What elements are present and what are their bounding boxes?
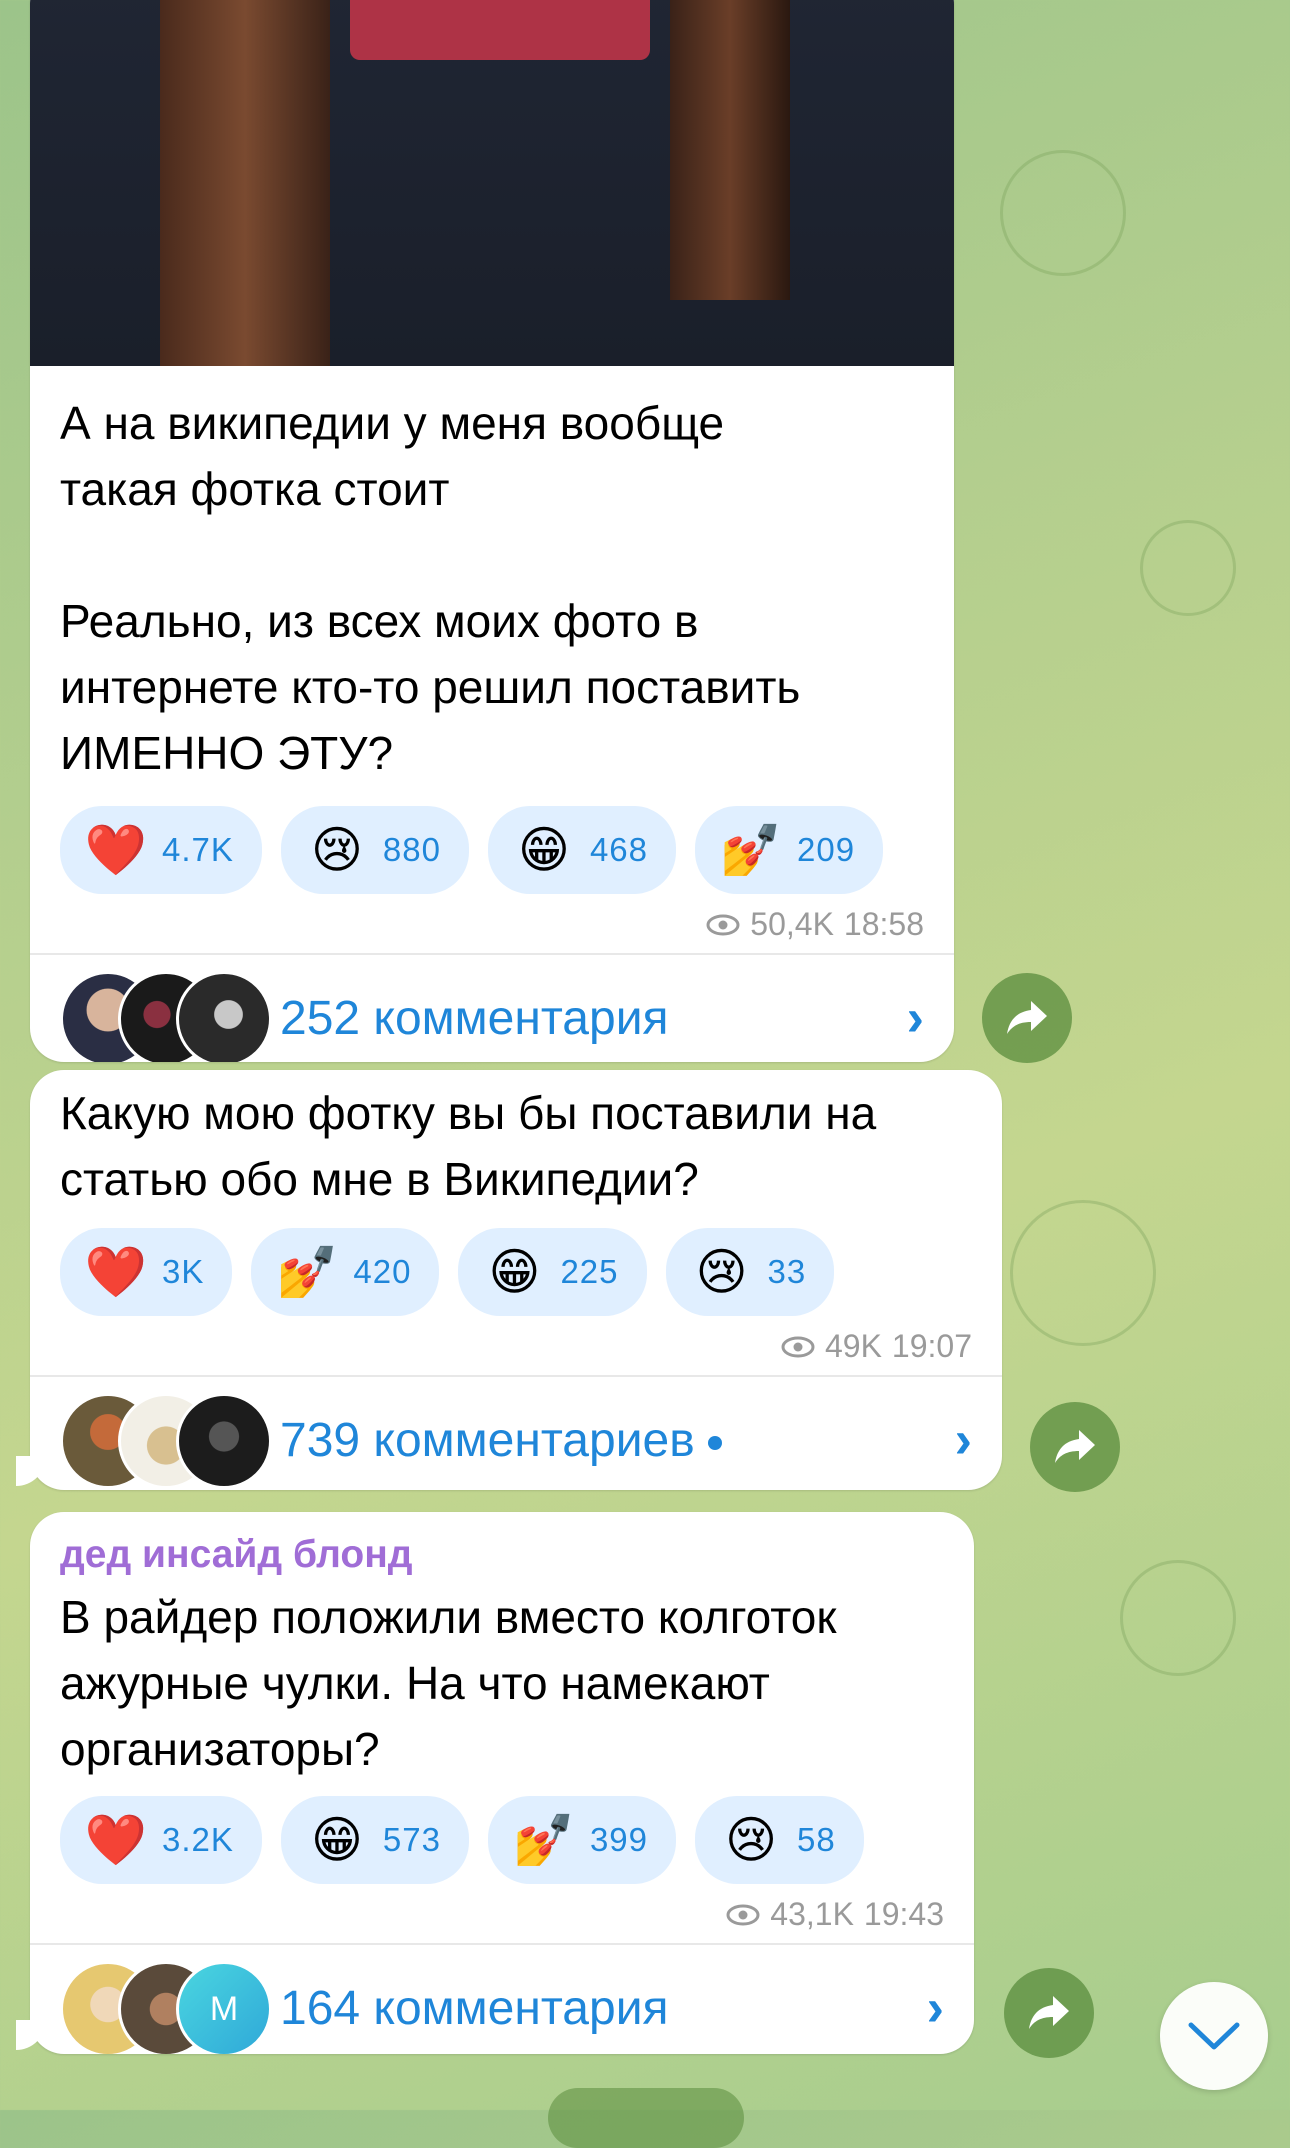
reaction-grin[interactable]: 😁 468: [487, 806, 677, 894]
comments-count: 164 комментария: [280, 1981, 669, 2035]
views-eye-icon: [726, 1904, 760, 1925]
heart-icon: ❤️: [84, 822, 148, 878]
crying-face-icon: 😢: [310, 822, 363, 878]
reaction-nail-polish[interactable]: 💅 209: [695, 806, 884, 894]
reaction-heart[interactable]: ❤️ 4.7K: [60, 806, 262, 894]
commenter-avatars: M: [60, 1961, 280, 2054]
chevron-right-icon: ›: [954, 1411, 972, 1469]
comments-button[interactable]: 252 комментария ›: [30, 955, 954, 1062]
chevron-down-icon: [1188, 2022, 1240, 2050]
chevron-right-icon: ›: [906, 989, 924, 1047]
forward-button[interactable]: [982, 973, 1072, 1063]
reaction-grin[interactable]: 😁 573: [280, 1796, 469, 1884]
post-photo[interactable]: [30, 0, 954, 366]
reaction-count: 33: [767, 1253, 807, 1290]
post-author[interactable]: дед инсайд блонд: [30, 1530, 974, 1580]
chevron-right-icon: ›: [926, 1979, 944, 2037]
post-text: В райдер положили вместо колготок ажурны…: [60, 1591, 837, 1775]
grinning-face-icon: 😁: [310, 1812, 363, 1868]
reaction-nail-polish[interactable]: 💅 420: [251, 1228, 440, 1316]
reaction-count: 225: [560, 1253, 619, 1290]
reaction-count: 880: [382, 831, 441, 868]
views-eye-icon: [781, 1336, 815, 1357]
heart-icon: ❤️: [84, 1812, 148, 1868]
reaction-count: 3.2K: [162, 1821, 234, 1858]
reaction-count: 420: [353, 1253, 412, 1290]
reaction-crying[interactable]: 😢 33: [665, 1228, 835, 1316]
nail-polish-icon: 💅: [512, 1812, 576, 1868]
views-count: 49K: [824, 1328, 882, 1364]
forward-button[interactable]: [1004, 1968, 1094, 2058]
comments-count: 252 комментария: [280, 991, 669, 1045]
photo-hair-right: [670, 0, 790, 300]
reaction-count: 3K: [162, 1253, 205, 1290]
commenter-avatars: [60, 971, 280, 1062]
share-arrow-icon: [1007, 1001, 1047, 1034]
views-eye-icon: [706, 914, 740, 935]
reactions-bar: ❤️ 4.7K 😢 880 😁 468 💅 209: [30, 806, 954, 894]
unread-dot-icon: [708, 1435, 723, 1450]
reactions-bar: ❤️ 3.2K 😁 573 💅 399 😢 58: [30, 1796, 974, 1884]
post-text: А на википедии у меня вообще такая фотка…: [60, 397, 801, 779]
avatar-initial: M: [209, 1989, 239, 2028]
share-arrow-icon: [1029, 1996, 1069, 2029]
reaction-nail-polish[interactable]: 💅 399: [487, 1796, 677, 1884]
reactions-bar: ❤️ 3K 💅 420 😁 225 😢 33: [30, 1228, 1002, 1316]
views-count: 43,1K: [770, 1896, 854, 1932]
post-meta: 50,4K 18:58: [30, 906, 954, 943]
post-time: 19:43: [863, 1896, 944, 1932]
grinning-face-icon: 😁: [517, 822, 571, 878]
post-time: 18:58: [843, 906, 924, 942]
views-count: 50,4K: [750, 906, 834, 942]
background-doodle: [1120, 1560, 1236, 1676]
photo-shirt-print: [350, 0, 650, 60]
comments-button[interactable]: 739 комментариев ›: [30, 1377, 1002, 1490]
post-meta: 49K 19:07: [30, 1328, 1002, 1365]
background-doodle: [1010, 1200, 1156, 1346]
crying-face-icon: 😢: [695, 1244, 748, 1300]
heart-icon: ❤️: [84, 1244, 148, 1300]
reaction-count: 4.7K: [162, 831, 234, 868]
date-chip: [548, 2088, 744, 2148]
comments-count: 739 комментариев: [280, 1413, 955, 1468]
avatar: [176, 971, 272, 1062]
channel-post-1: А на википедии у меня вообще такая фотка…: [30, 0, 954, 1062]
post-meta: 43,1K 19:43: [30, 1896, 974, 1933]
reaction-count: 468: [589, 831, 649, 868]
reaction-count: 209: [797, 831, 856, 868]
crying-face-icon: 😢: [724, 1812, 778, 1868]
background-doodle: [1140, 520, 1236, 616]
reaction-crying[interactable]: 😢 58: [695, 1796, 864, 1884]
reaction-count: 399: [589, 1821, 649, 1858]
post-time: 19:07: [891, 1328, 972, 1364]
grinning-face-icon: 😁: [488, 1244, 541, 1300]
nail-polish-icon: 💅: [719, 822, 783, 878]
reaction-crying[interactable]: 😢 880: [280, 806, 469, 894]
reaction-count: 573: [382, 1821, 441, 1858]
reaction-count: 58: [797, 1821, 836, 1858]
commenter-avatars: [60, 1393, 280, 1489]
photo-hair-left: [160, 0, 330, 366]
forward-button[interactable]: [1030, 1402, 1120, 1492]
channel-post-2: Какую мою фотку вы бы поставили на стать…: [30, 1070, 1002, 1490]
reaction-heart[interactable]: ❤️ 3K: [60, 1228, 233, 1316]
avatar: M: [176, 1961, 272, 2054]
reaction-heart[interactable]: ❤️ 3.2K: [60, 1796, 262, 1884]
share-arrow-icon: [1055, 1430, 1095, 1463]
channel-post-3: дед инсайд блонд В райдер положили вмест…: [30, 1512, 974, 2054]
background-doodle: [1000, 150, 1126, 276]
reaction-grin[interactable]: 😁 225: [458, 1228, 647, 1316]
avatar: [176, 1393, 272, 1489]
comments-button[interactable]: M 164 комментария ›: [30, 1945, 974, 2054]
nail-polish-icon: 💅: [276, 1244, 339, 1300]
post-text: Какую мою фотку вы бы поставили на стать…: [60, 1087, 877, 1205]
scroll-to-bottom-button[interactable]: [1160, 1982, 1268, 2090]
